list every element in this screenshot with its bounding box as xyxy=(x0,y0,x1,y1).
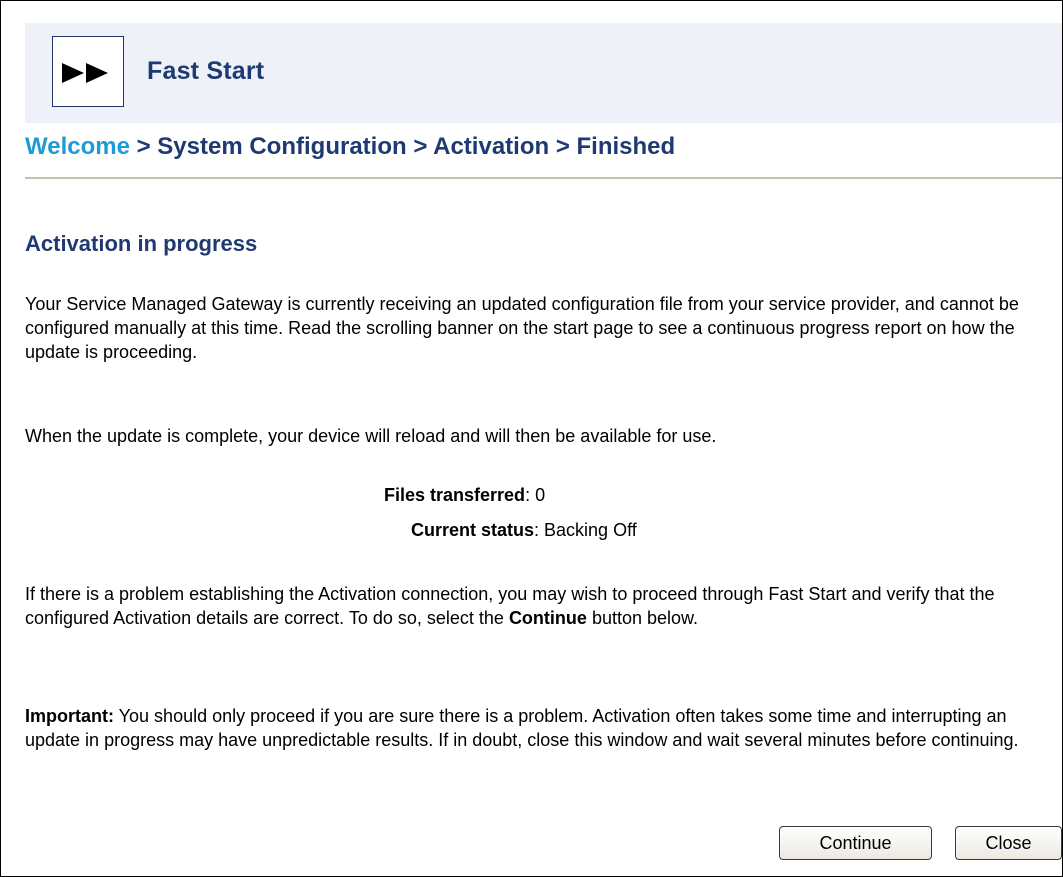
current-status-value: : Backing Off xyxy=(534,520,637,540)
app-title: Fast Start xyxy=(147,57,265,85)
breadcrumb-system-configuration: System Configuration xyxy=(157,133,407,160)
important-label: Important: xyxy=(25,706,114,726)
divider xyxy=(25,177,1062,179)
important-text: You should only proceed if you are sure … xyxy=(25,706,1019,750)
breadcrumb-separator: > xyxy=(413,133,428,160)
breadcrumb-finished: Finished xyxy=(576,133,676,160)
breadcrumb: Welcome > System Configuration > Activat… xyxy=(25,133,675,161)
breadcrumb-separator: > xyxy=(136,133,151,160)
intro-paragraph: Your Service Managed Gateway is currentl… xyxy=(25,294,1019,362)
files-transferred-label: Files transferred xyxy=(384,485,526,505)
fast-start-window: Fast Start Welcome > System Configuratio… xyxy=(0,0,1063,877)
reload-paragraph: When the update is complete, your device… xyxy=(25,426,717,446)
header-banner: Fast Start xyxy=(25,23,1062,123)
problem-paragraph: If there is a problem establishing the A… xyxy=(25,582,1061,630)
problem-text-after: button below. xyxy=(586,608,699,628)
problem-continue-emphasis: Continue xyxy=(508,608,587,628)
files-transferred-row: Files transferred: 0 xyxy=(384,482,545,508)
close-button[interactable]: Close xyxy=(955,826,1062,860)
section-title: Activation in progress xyxy=(25,231,258,256)
files-transferred-value: : 0 xyxy=(525,485,546,505)
current-status-row: Current status: Backing Off xyxy=(411,517,637,543)
continue-button[interactable]: Continue xyxy=(779,826,932,860)
current-status-label: Current status xyxy=(411,520,535,540)
fast-forward-icon xyxy=(52,36,124,107)
breadcrumb-separator: > xyxy=(555,133,570,160)
breadcrumb-welcome-link[interactable]: Welcome xyxy=(25,133,130,160)
breadcrumb-activation: Activation xyxy=(433,133,550,160)
fast-forward-glyph xyxy=(62,63,108,83)
important-paragraph: Important: You should only proceed if yo… xyxy=(25,704,1061,752)
